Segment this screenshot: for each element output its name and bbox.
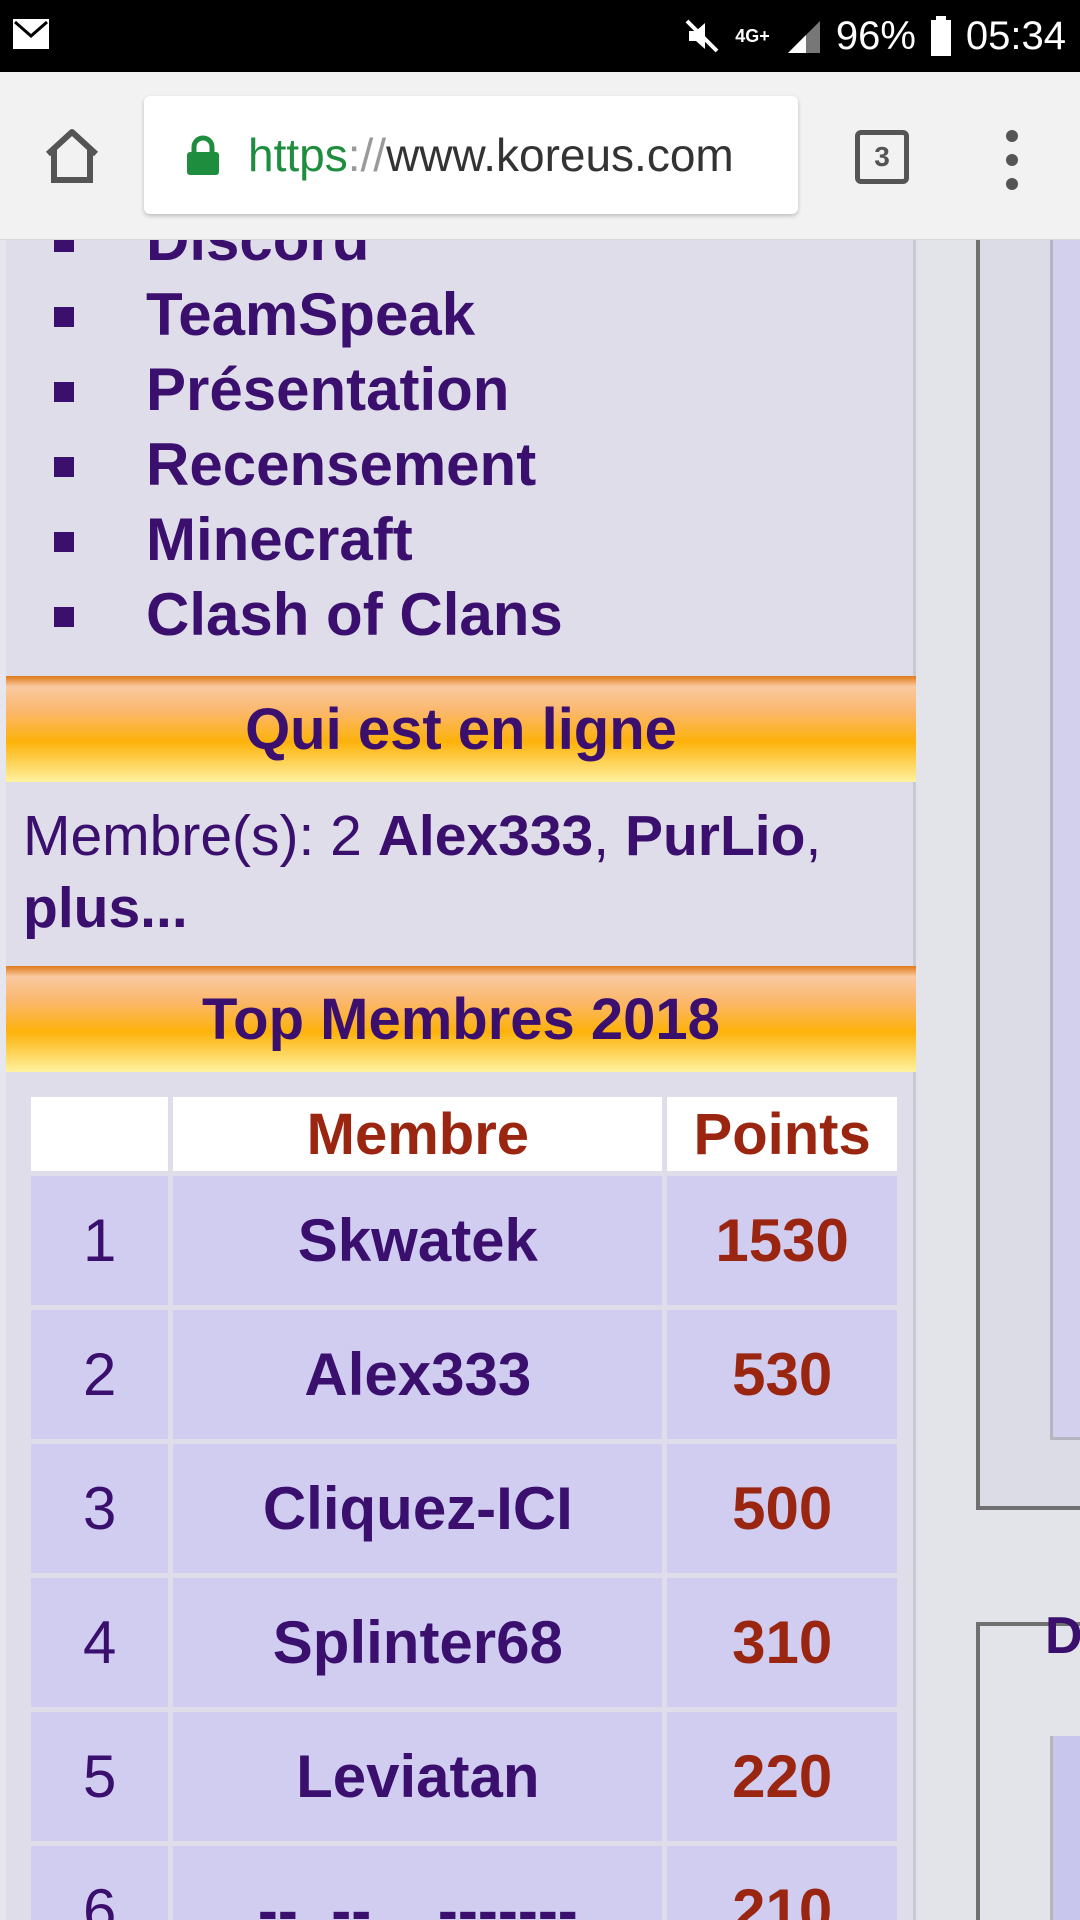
points-cell: 1530	[667, 1176, 897, 1305]
mute-icon	[685, 19, 719, 53]
web-page: Discord TeamSpeak Présentation Recenseme…	[0, 240, 1080, 1920]
member-link[interactable]: Skwatek	[173, 1176, 663, 1305]
points-cell: 210	[667, 1846, 897, 1920]
top-members-table: Membre Points 1 Skwatek 1530 2 Alex333 5…	[26, 1092, 902, 1920]
member-link[interactable]: Cliquez-ICI	[173, 1444, 663, 1573]
points-cell: 530	[667, 1310, 897, 1439]
nav-item-recensement[interactable]: Recensement	[6, 427, 906, 502]
url-host: www.koreus.com	[386, 129, 734, 181]
right-column: D	[916, 240, 1080, 1920]
nav-item-clash-of-clans[interactable]: Clash of Clans	[6, 577, 906, 652]
column-header-rank	[31, 1097, 169, 1171]
column-header-member: Membre	[173, 1097, 663, 1171]
mail-icon	[13, 19, 49, 49]
table-row: 5 Leviatan 220	[31, 1712, 897, 1841]
right-panel-frame-2: D	[976, 1607, 1080, 1920]
address-bar[interactable]: https://www.koreus.com	[144, 96, 798, 214]
signal-icon	[787, 21, 820, 53]
overflow-menu-icon[interactable]	[1000, 130, 1024, 190]
bullet-icon	[54, 457, 74, 477]
table-header-row: Membre Points	[31, 1097, 897, 1171]
online-members-text: Membre(s): 2 Alex333, PurLio, plus...	[23, 800, 903, 944]
clock: 05:34	[965, 13, 1066, 58]
rank-cell: 2	[31, 1310, 169, 1439]
member-link[interactable]: Leviatan	[173, 1712, 663, 1841]
member-link[interactable]: Splinter68	[173, 1578, 663, 1707]
bullet-icon	[54, 382, 74, 402]
bullet-icon	[54, 607, 74, 627]
member-link[interactable]: Alex333	[173, 1310, 663, 1439]
online-separator: ,	[593, 804, 625, 868]
right-panel-inner	[1050, 240, 1080, 1440]
network-type: 4G+	[735, 26, 770, 46]
rank-cell: 4	[31, 1578, 169, 1707]
column-header-points: Points	[667, 1097, 897, 1171]
nav-item-presentation[interactable]: Présentation	[6, 352, 906, 427]
lock-icon	[187, 135, 219, 175]
tab-count: 3	[874, 141, 890, 172]
status-bar: 4G+ 96% 05:34	[0, 0, 1080, 72]
bullet-icon	[54, 240, 74, 252]
rank-cell: 6	[31, 1846, 169, 1920]
nav-list: Discord TeamSpeak Présentation Recenseme…	[6, 240, 906, 652]
online-section-header: Qui est en ligne	[6, 676, 916, 782]
top-members-header: Top Membres 2018	[6, 966, 916, 1072]
rank-cell: 1	[31, 1176, 169, 1305]
right-panel-heading: D	[1045, 1607, 1080, 1665]
table-row: 3 Cliquez-ICI 500	[31, 1444, 897, 1573]
url-scheme: https	[248, 129, 348, 181]
nav-item-minecraft[interactable]: Minecraft	[6, 502, 906, 577]
points-cell: 310	[667, 1578, 897, 1707]
battery-percent: 96%	[835, 13, 916, 58]
table-row: 2 Alex333 530	[31, 1310, 897, 1439]
online-trailing-comma: ,	[805, 804, 822, 868]
tab-switcher-button[interactable]: 3	[855, 130, 909, 184]
left-column: Discord TeamSpeak Présentation Recenseme…	[6, 240, 916, 1920]
table-row: 1 Skwatek 1530	[31, 1176, 897, 1305]
rank-cell: 3	[31, 1444, 169, 1573]
points-cell: 500	[667, 1444, 897, 1573]
online-prefix: Membre(s): 2	[23, 804, 378, 868]
table-row: 6 --_--__------- 210	[31, 1846, 897, 1920]
points-cell: 220	[667, 1712, 897, 1841]
battery-icon	[930, 16, 951, 56]
bullet-icon	[54, 532, 74, 552]
url-text[interactable]: https://www.koreus.com	[248, 128, 734, 182]
table-row: 4 Splinter68 310	[31, 1578, 897, 1707]
right-panel-inner-2	[1050, 1736, 1080, 1920]
nav-item-teamspeak[interactable]: TeamSpeak	[6, 277, 906, 352]
url-separator: ://	[347, 129, 387, 181]
browser-toolbar: https://www.koreus.com 3	[0, 72, 1080, 240]
right-panel-frame	[976, 240, 1080, 1510]
bullet-icon	[54, 307, 74, 327]
home-icon[interactable]	[40, 124, 104, 188]
online-more-link[interactable]: plus...	[23, 876, 188, 940]
rank-cell: 5	[31, 1712, 169, 1841]
member-link[interactable]: --_--__-------	[173, 1846, 663, 1920]
online-member-link[interactable]: Alex333	[378, 804, 594, 868]
nav-item-discord[interactable]: Discord	[6, 240, 906, 277]
online-member-link[interactable]: PurLio	[625, 804, 806, 868]
